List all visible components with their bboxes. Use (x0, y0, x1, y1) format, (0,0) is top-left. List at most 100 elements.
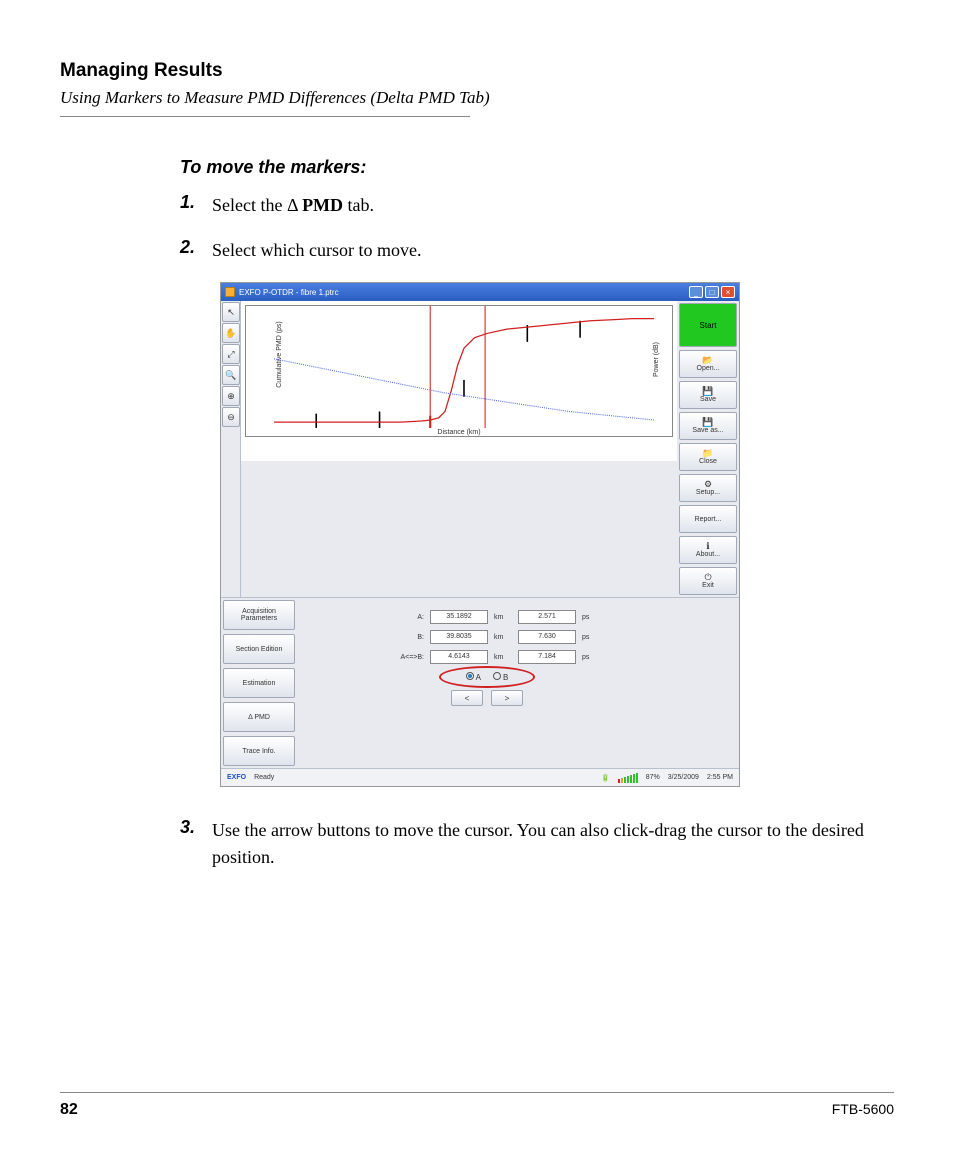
zoom-in-icon[interactable]: ⊕ (222, 386, 240, 406)
folder-icon: 📁 (702, 449, 713, 458)
saveas-label: Save as... (692, 427, 723, 434)
save-button[interactable]: 💾Save (679, 381, 737, 409)
move-left-button[interactable]: < (451, 690, 483, 706)
unit-km: km (494, 614, 512, 621)
data-panel: A: 35.1892 km 2.571 ps B: 39.8035 km 7.6… (297, 598, 677, 768)
save-label: Save (700, 396, 716, 403)
field-ab-ps[interactable]: 7.184 (518, 650, 576, 664)
step-text: Select the Δ PMD tab. (212, 192, 374, 219)
radio-icon (493, 672, 501, 680)
step-2: 2. Select which cursor to move. (180, 237, 894, 264)
field-ab-km[interactable]: 4.6143 (430, 650, 488, 664)
tab-delta-pmd[interactable]: Δ PMD (223, 702, 295, 732)
radio-b-label: B (503, 673, 508, 682)
radio-a[interactable]: A (466, 672, 481, 682)
saveas-button[interactable]: 💾Save as... (679, 412, 737, 440)
close-button[interactable]: × (721, 286, 735, 298)
section-title: Managing Results (60, 60, 894, 82)
titlebar-left: EXFO P-OTDR - fibre 1.ptrc (225, 287, 339, 297)
step-number: 1. (180, 192, 198, 219)
status-date: 3/25/2009 (668, 774, 699, 781)
cursor-select: A B (303, 672, 671, 682)
battery-bars (618, 773, 638, 783)
section-subtitle: Using Markers to Measure PMD Differences… (60, 88, 894, 108)
content-area: To move the markers: 1. Select the Δ PMD… (180, 157, 894, 871)
step-1: 1. Select the Δ PMD tab. (180, 192, 894, 219)
main-area: ↖ ✋ ⤢ 🔍 ⊕ ⊖ Cumulative PMD (ps) Power (d… (221, 301, 739, 597)
footer-divider (60, 1092, 894, 1093)
zoom-out-icon[interactable]: ⊖ (222, 407, 240, 427)
open-button[interactable]: 📂Open... (679, 350, 737, 378)
pmd-trace (274, 319, 654, 422)
chart-area[interactable]: Cumulative PMD (ps) Power (dB) Distance … (241, 301, 677, 461)
status-right: 🔋 87% 3/25/2009 2:55 PM (601, 773, 733, 783)
move-right-button[interactable]: > (491, 690, 523, 706)
model-number: FTB-5600 (832, 1101, 894, 1119)
step-text: Select which cursor to move. (212, 237, 421, 264)
setup-button[interactable]: ⚙Setup... (679, 474, 737, 502)
exit-button[interactable]: ⏻Exit (679, 567, 737, 595)
unit-ps: ps (582, 654, 600, 661)
statusbar: EXFO Ready 🔋 87% 3/25/2009 2:55 PM (221, 768, 739, 786)
steps-heading: To move the markers: (180, 157, 894, 178)
pointer-tool-icon[interactable]: ↖ (222, 302, 240, 322)
zoom-icon[interactable]: 🔍 (222, 365, 240, 385)
gear-icon: ⚙ (704, 480, 712, 489)
footer-row: 82 FTB-5600 (60, 1101, 894, 1119)
unit-ps: ps (582, 634, 600, 641)
tab-trace-info[interactable]: Trace Info. (223, 736, 295, 766)
highlight-ellipse (439, 666, 535, 688)
page-header: Managing Results Using Markers to Measur… (60, 60, 894, 117)
open-label: Open... (697, 365, 720, 372)
folder-open-icon: 📂 (702, 356, 713, 365)
field-a-km[interactable]: 35.1892 (430, 610, 488, 624)
report-button[interactable]: Report... (679, 505, 737, 533)
sidebar-spacer (677, 598, 739, 768)
chart-plot[interactable]: Cumulative PMD (ps) Power (dB) Distance … (245, 305, 673, 437)
info-icon: ℹ (706, 542, 709, 551)
row-ab: A<=>B: 4.6143 km 7.184 ps (303, 650, 671, 664)
unit-km: km (494, 634, 512, 641)
setup-label: Setup... (696, 489, 720, 496)
radio-icon (466, 672, 474, 680)
header-divider (60, 116, 470, 117)
app-icon (225, 287, 235, 297)
row-b: B: 39.8035 km 7.630 ps (303, 630, 671, 644)
step-bold: PMD (302, 195, 343, 215)
radio-b[interactable]: B (493, 672, 508, 682)
close-label: Close (699, 458, 717, 465)
unit-ps: ps (582, 614, 600, 621)
tab-acquisition[interactable]: Acquisition Parameters (223, 600, 295, 630)
app-window: EXFO P-OTDR - fibre 1.ptrc _ □ × ↖ ✋ ⤢ 🔍… (220, 282, 740, 787)
step-number: 2. (180, 237, 198, 264)
minimize-button[interactable]: _ (689, 286, 703, 298)
start-button[interactable]: Start (679, 303, 737, 347)
save-icon: 💾 (702, 387, 713, 396)
step-text: Use the arrow buttons to move the cursor… (212, 817, 894, 871)
left-tabs: Acquisition Parameters Section Edition E… (221, 598, 297, 768)
label-b: B: (374, 634, 424, 641)
field-a-ps[interactable]: 2.571 (518, 610, 576, 624)
field-b-ps[interactable]: 7.630 (518, 630, 576, 644)
window-title: EXFO P-OTDR - fibre 1.ptrc (239, 288, 339, 297)
titlebar[interactable]: EXFO P-OTDR - fibre 1.ptrc _ □ × (221, 283, 739, 301)
about-button[interactable]: ℹAbout... (679, 536, 737, 564)
field-b-km[interactable]: 39.8035 (430, 630, 488, 644)
step-3: 3. Use the arrow buttons to move the cur… (180, 817, 894, 871)
save-icon: 💾 (702, 418, 713, 427)
tab-estimation[interactable]: Estimation (223, 668, 295, 698)
battery-percent: 87% (646, 774, 660, 781)
unit-km: km (494, 654, 512, 661)
brand-label: EXFO (227, 774, 246, 781)
close-file-button[interactable]: 📁Close (679, 443, 737, 471)
row-a: A: 35.1892 km 2.571 ps (303, 610, 671, 624)
x-axis-label: Distance (km) (437, 429, 480, 436)
tool-column: ↖ ✋ ⤢ 🔍 ⊕ ⊖ (221, 301, 241, 597)
maximize-button[interactable]: □ (705, 286, 719, 298)
label-a: A: (374, 614, 424, 621)
report-label: Report... (695, 516, 722, 523)
tab-section-edition[interactable]: Section Edition (223, 634, 295, 664)
screenshot-container: EXFO P-OTDR - fibre 1.ptrc _ □ × ↖ ✋ ⤢ 🔍… (220, 282, 894, 787)
hand-tool-icon[interactable]: ✋ (222, 323, 240, 343)
zoom-window-icon[interactable]: ⤢ (222, 344, 240, 364)
